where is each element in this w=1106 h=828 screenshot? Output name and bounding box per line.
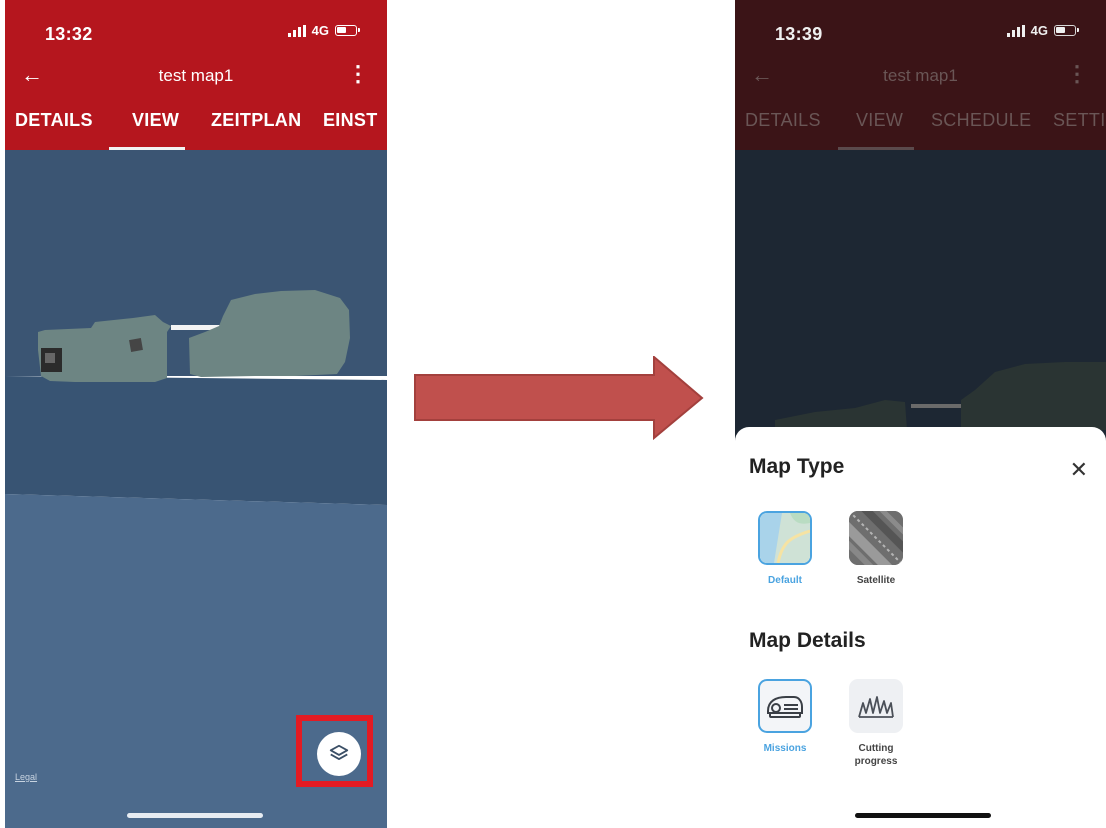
- map-options-sheet: Map Type ✕ Default Satellite Map Details…: [735, 427, 1106, 828]
- satellite-map-icon: [849, 511, 903, 565]
- more-menu-icon[interactable]: ⋮: [347, 63, 369, 85]
- map-details-cutting-progress-label: Cutting progress: [854, 743, 898, 767]
- page-title: test map1: [883, 66, 958, 85]
- close-icon[interactable]: ✕: [1070, 457, 1088, 483]
- map-type-satellite-label: Satellite: [856, 575, 896, 586]
- map-layers-button[interactable]: [317, 732, 361, 776]
- app-header: 13:32 4G ← test map1 ⋮ DETAILS VIEW ZEIT…: [5, 0, 387, 150]
- map-type-heading: Map Type: [749, 455, 845, 478]
- transition-arrow: [414, 356, 704, 440]
- app-header-dimmed: 13:39 4G ← test map1 ⋮ DETAILS VIEW SCHE…: [735, 0, 1106, 150]
- default-map-icon: [758, 511, 812, 565]
- map-type-default-label: Default: [768, 575, 802, 586]
- status-indicators: 4G: [287, 23, 360, 38]
- signal-icon: [1006, 24, 1025, 37]
- tab-details: DETAILS: [745, 110, 821, 130]
- battery-icon: [1054, 25, 1079, 36]
- tab-einstellungen[interactable]: EINST: [323, 110, 378, 131]
- signal-icon: [287, 24, 306, 37]
- map-details-cutting-progress-option[interactable]: Cutting progress: [841, 679, 911, 768]
- map-type-default-option[interactable]: Default: [750, 511, 820, 588]
- more-menu-icon: ⋮: [1066, 61, 1088, 86]
- tab-zeitplan[interactable]: ZEITPLAN: [211, 110, 301, 131]
- map-canvas-dimmed: [775, 362, 1106, 430]
- grass-icon: [849, 679, 903, 733]
- mower-icon: [758, 679, 812, 733]
- tab-details[interactable]: DETAILS: [15, 110, 93, 131]
- map-details-missions-label: Missions: [763, 743, 807, 754]
- map-type-satellite-option[interactable]: Satellite: [841, 511, 911, 588]
- status-indicators: 4G: [1006, 23, 1079, 38]
- home-indicator: [127, 813, 263, 818]
- status-time: 13:32: [45, 24, 93, 44]
- layers-icon: [329, 744, 349, 760]
- tab-view: VIEW: [856, 110, 904, 130]
- page-title: test map1: [158, 66, 234, 85]
- battery-icon: [335, 25, 360, 36]
- right-phone-screen: 13:39 4G ← test map1 ⋮ DETAILS VIEW SCHE…: [735, 0, 1106, 828]
- tab-settings: SETTI: [1053, 110, 1106, 130]
- map-details-heading: Map Details: [749, 629, 866, 652]
- tab-schedule: SCHEDULE: [931, 110, 1032, 130]
- home-indicator: [855, 813, 991, 818]
- legal-link[interactable]: Legal: [15, 772, 37, 782]
- status-time: 13:39: [775, 24, 823, 44]
- network-label: 4G: [1030, 23, 1048, 38]
- map-details-missions-option[interactable]: Missions: [750, 679, 820, 756]
- tab-view[interactable]: VIEW: [132, 110, 179, 131]
- left-phone-screen: 13:32 4G ← test map1 ⋮ DETAILS VIEW ZEIT…: [5, 0, 387, 828]
- network-label: 4G: [311, 23, 329, 38]
